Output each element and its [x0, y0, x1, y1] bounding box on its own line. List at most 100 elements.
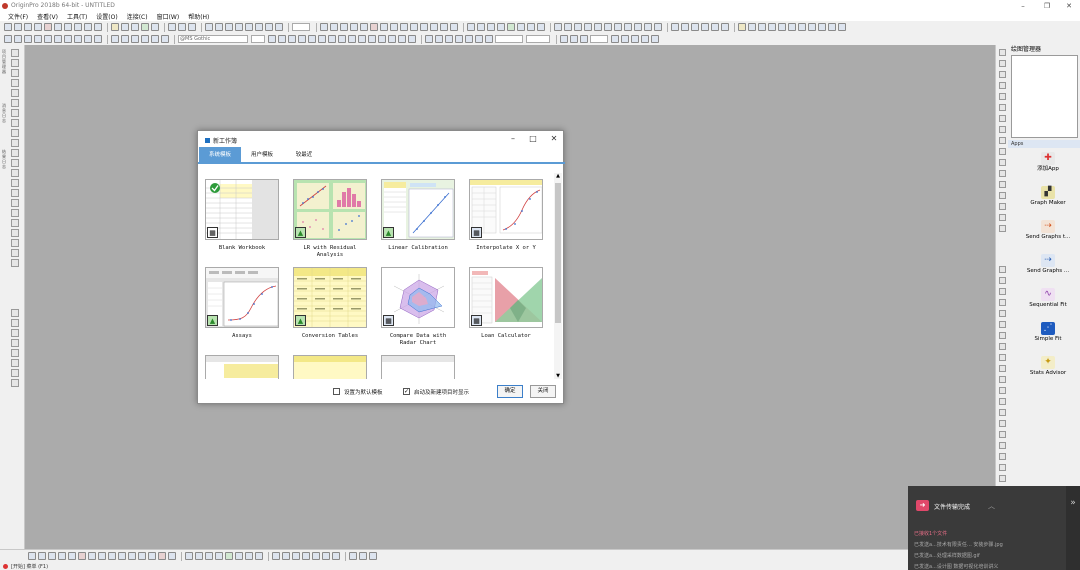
toolbar-button-icon[interactable]	[527, 23, 535, 31]
ok-button[interactable]: 确定	[497, 385, 523, 398]
show-on-start-checkbox[interactable]: ✓	[403, 388, 410, 395]
right-tool-button-icon[interactable]	[999, 453, 1006, 460]
right-tool-button-icon[interactable]	[999, 387, 1006, 394]
toolbar-button-icon[interactable]	[111, 23, 119, 31]
toolbar-button-icon[interactable]	[358, 35, 366, 43]
template-blank-workbook[interactable]: ▦ Blank Workbook	[205, 179, 285, 252]
bottom-tool-button-icon[interactable]	[292, 552, 300, 560]
toolbar-button-icon[interactable]	[121, 23, 129, 31]
toolbar-button-icon[interactable]	[151, 23, 159, 31]
toolbar-button-icon[interactable]	[634, 23, 642, 31]
bottom-tool-button-icon[interactable]	[255, 552, 263, 560]
toolbar-button-icon[interactable]	[188, 23, 196, 31]
toolbar-button-icon[interactable]	[467, 23, 475, 31]
left-tool-button-icon[interactable]	[11, 139, 19, 147]
menu-file[interactable]: 文件(F)	[8, 12, 28, 21]
toolbar-dropdown[interactable]	[590, 35, 608, 43]
bottom-tool-button-icon[interactable]	[272, 552, 280, 560]
toolbar-button-icon[interactable]	[54, 35, 62, 43]
toolbar-button-icon[interactable]	[380, 23, 388, 31]
bottom-tool-button-icon[interactable]	[48, 552, 56, 560]
left-tool-button-icon[interactable]	[11, 89, 19, 97]
left-tool-button-icon[interactable]	[11, 369, 19, 377]
left-tool-button-icon[interactable]	[11, 209, 19, 217]
tab-user-templates[interactable]: 用户模板	[241, 147, 283, 164]
menu-connect[interactable]: 连接(C)	[127, 12, 148, 21]
toolbar-button-icon[interactable]	[445, 35, 453, 43]
right-tool-button-icon[interactable]	[999, 299, 1006, 306]
toolbar-button-icon[interactable]	[584, 23, 592, 31]
set-default-checkbox[interactable]	[333, 388, 340, 395]
toolbar-button-icon[interactable]	[205, 23, 213, 31]
bottom-tool-button-icon[interactable]	[28, 552, 36, 560]
right-tool-button-icon[interactable]	[999, 409, 1006, 416]
toolbar-button-icon[interactable]	[671, 23, 679, 31]
right-tool-button-icon[interactable]	[999, 332, 1006, 339]
right-tool-button-icon[interactable]	[999, 310, 1006, 317]
bottom-tool-button-icon[interactable]	[158, 552, 166, 560]
right-tool-button-icon[interactable]	[999, 225, 1006, 232]
toolbar-button-icon[interactable]	[631, 35, 639, 43]
toolbar-button-icon[interactable]	[54, 23, 62, 31]
dialog-maximize-button[interactable]: □	[527, 134, 539, 143]
left-tool-button-icon[interactable]	[11, 259, 19, 267]
right-tool-button-icon[interactable]	[999, 137, 1006, 144]
toolbar-button-icon[interactable]	[430, 23, 438, 31]
right-tool-button-icon[interactable]	[999, 60, 1006, 67]
left-tool-button-icon[interactable]	[11, 329, 19, 337]
bottom-tool-button-icon[interactable]	[205, 552, 213, 560]
bottom-tool-button-icon[interactable]	[108, 552, 116, 560]
toolbar-button-icon[interactable]	[318, 35, 326, 43]
toolbar-button-icon[interactable]	[738, 23, 746, 31]
toolbar-button-icon[interactable]	[435, 35, 443, 43]
toolbar-button-icon[interactable]	[828, 23, 836, 31]
left-tool-button-icon[interactable]	[11, 249, 19, 257]
template-interpolate[interactable]: ▦ Interpolate X or Y	[469, 179, 549, 252]
bottom-tool-button-icon[interactable]	[312, 552, 320, 560]
app-send-graphs-word[interactable]: ⇢ Send Graphs ...	[1022, 254, 1074, 275]
toolbar-button-icon[interactable]	[798, 23, 806, 31]
toolbar-button-icon[interactable]	[425, 35, 433, 43]
toolbar-button-icon[interactable]	[4, 35, 12, 43]
bottom-tool-button-icon[interactable]	[235, 552, 243, 560]
bottom-tool-button-icon[interactable]	[98, 552, 106, 560]
toolbar-button-icon[interactable]	[378, 35, 386, 43]
toolbar-button-icon[interactable]	[338, 35, 346, 43]
toolbar-button-icon[interactable]	[340, 23, 348, 31]
minimize-button[interactable]: –	[1012, 0, 1034, 11]
toolbar-button-icon[interactable]	[131, 23, 139, 31]
tab-system-templates[interactable]: 系统模板	[199, 147, 241, 164]
toolbar-button-icon[interactable]	[614, 23, 622, 31]
toolbar-button-icon[interactable]	[758, 23, 766, 31]
toolbar-button-icon[interactable]	[450, 23, 458, 31]
toolbar-button-icon[interactable]	[215, 23, 223, 31]
left-tool-button-icon[interactable]	[11, 79, 19, 87]
toolbar-button-icon[interactable]	[24, 35, 32, 43]
toolbar-button-icon[interactable]	[84, 23, 92, 31]
right-tool-button-icon[interactable]	[999, 354, 1006, 361]
toolbar-button-icon[interactable]	[408, 35, 416, 43]
template-row3-2[interactable]	[293, 355, 373, 379]
right-tool-button-icon[interactable]	[999, 431, 1006, 438]
right-tool-button-icon[interactable]	[999, 104, 1006, 111]
template-row3-3[interactable]	[381, 355, 461, 379]
left-tool-button-icon[interactable]	[11, 379, 19, 387]
toolbar-button-icon[interactable]	[131, 35, 139, 43]
toolbar-button-icon[interactable]	[838, 23, 846, 31]
toolbar-button-icon[interactable]	[168, 23, 176, 31]
bottom-tool-button-icon[interactable]	[185, 552, 193, 560]
bottom-tool-button-icon[interactable]	[118, 552, 126, 560]
bottom-tool-button-icon[interactable]	[148, 552, 156, 560]
toolbar-button-icon[interactable]	[711, 23, 719, 31]
toolbar-button-icon[interactable]	[255, 23, 263, 31]
toolbar-button-icon[interactable]	[651, 35, 659, 43]
toolbar-button-icon[interactable]	[178, 23, 186, 31]
toolbar-button-icon[interactable]	[507, 23, 515, 31]
menu-help[interactable]: 帮助(H)	[188, 12, 209, 21]
left-tool-button-icon[interactable]	[11, 149, 19, 157]
bottom-tool-button-icon[interactable]	[78, 552, 86, 560]
bottom-tool-button-icon[interactable]	[302, 552, 310, 560]
right-tool-button-icon[interactable]	[999, 398, 1006, 405]
menu-view[interactable]: 查看(V)	[37, 12, 58, 21]
toolbar-button-icon[interactable]	[94, 23, 102, 31]
